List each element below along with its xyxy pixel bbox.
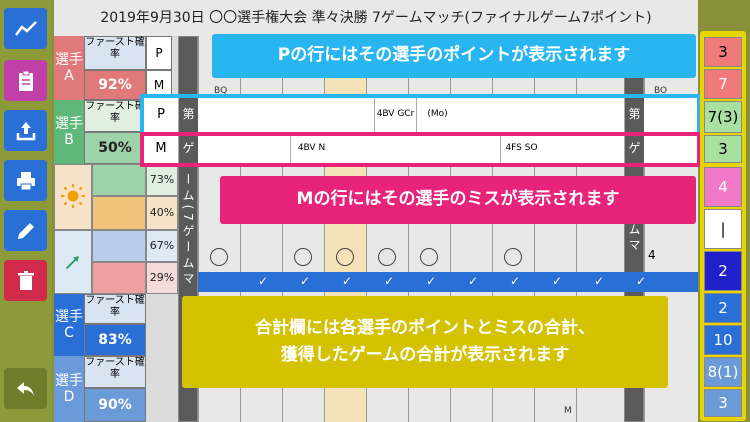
check-icon[interactable]: ✓	[384, 274, 394, 288]
player-d-rate: 90%	[84, 388, 146, 422]
player-c-rate: 83%	[84, 324, 146, 356]
score-a-p: 3	[704, 37, 742, 67]
clipboard-icon	[18, 70, 33, 91]
game-vertical-text: ー ム ( 7 ゲ ー ム マ	[181, 173, 195, 285]
edit-button[interactable]	[4, 210, 47, 251]
score-c-p: 2	[704, 293, 742, 323]
check-icon[interactable]: ✓	[342, 274, 352, 288]
percent-4: 29%	[146, 262, 178, 294]
score-games-c: 2	[704, 251, 742, 291]
undo-arrow-icon	[16, 381, 34, 396]
check-row: ✓ ✓ ✓ ✓ ✓ ✓ ✓ ✓ ✓ ✓	[198, 272, 698, 292]
p-row-callout: Pの行にはその選手のポイントが表示されます	[212, 34, 696, 78]
wind-direction-icon	[65, 255, 80, 270]
player-b-label: 選手B	[54, 100, 84, 164]
print-button[interactable]	[4, 160, 47, 201]
row-number: 4	[648, 248, 656, 262]
back-button[interactable]	[4, 368, 47, 409]
chart-button[interactable]	[4, 8, 47, 49]
check-icon[interactable]: ✓	[636, 274, 646, 288]
player-d-first-label: ファースト確率	[84, 356, 146, 388]
check-icon[interactable]: ✓	[300, 274, 310, 288]
score-d-m: 3	[704, 389, 742, 417]
check-icon[interactable]: ✓	[426, 274, 436, 288]
m-row-callout: Mの行にはその選手のミスが表示されます	[220, 176, 696, 224]
circle-mark[interactable]	[294, 248, 312, 266]
total-callout-line1: 合計欄には各選手のポイントとミスの合計、	[255, 317, 595, 338]
check-icon[interactable]: ✓	[594, 274, 604, 288]
circle-mark[interactable]	[210, 248, 228, 266]
score-divider: |	[704, 209, 742, 249]
percent-2: 40%	[146, 196, 178, 230]
player-a-p: P	[146, 36, 172, 70]
circle-row: 4	[198, 246, 698, 268]
upload-icon	[16, 121, 35, 140]
score-column: 3 7 7(3) 3 4 | 2 2 10 8(1) 3	[700, 31, 746, 421]
circle-mark[interactable]	[420, 248, 438, 266]
percent-1: 73%	[146, 164, 178, 196]
score-b-p: 7(3)	[704, 101, 742, 133]
pencil-icon	[17, 222, 34, 239]
circle-mark[interactable]	[336, 248, 354, 266]
d-note-m: M	[564, 406, 572, 416]
player-c-label: 選手C	[54, 294, 84, 356]
clipboard-button[interactable]	[4, 60, 47, 101]
page-title: 2019年9月30日 〇〇選手権大会 準々決勝 7ゲームマッチ(ファイナルゲーム…	[54, 0, 698, 36]
total-callout: 合計欄には各選手のポイントとミスの合計、 獲得したゲームの合計が表示されます	[182, 296, 668, 388]
upload-button[interactable]	[4, 110, 47, 151]
p-row-highlight	[140, 94, 701, 136]
score-a-m: 7	[704, 69, 742, 99]
check-icon[interactable]: ✓	[468, 274, 478, 288]
total-callout-line2: 獲得したゲームの合計が表示されます	[280, 345, 570, 365]
delete-button[interactable]	[4, 260, 47, 301]
score-c-m: 10	[704, 325, 742, 355]
player-d-label: 選手D	[54, 356, 84, 422]
score-b-m: 3	[704, 135, 742, 163]
player-b-rate: 50%	[84, 132, 146, 164]
stat-orange-1	[92, 164, 146, 196]
sun-icon	[61, 184, 85, 208]
player-a-rate: 92%	[84, 70, 146, 100]
circle-mark[interactable]	[378, 248, 396, 266]
line-chart-icon	[14, 20, 37, 36]
check-icon[interactable]: ✓	[552, 274, 562, 288]
player-c-first-label: ファースト確率	[84, 294, 146, 324]
score-games-a: 4	[704, 167, 742, 207]
circle-mark[interactable]	[504, 248, 522, 266]
left-toolbar	[0, 0, 52, 422]
sun-cell[interactable]	[54, 164, 92, 230]
player-b-first-label: ファースト確率	[84, 100, 146, 132]
printer-icon	[16, 171, 35, 190]
percent-3: 67%	[146, 230, 178, 262]
check-icon[interactable]: ✓	[258, 274, 268, 288]
stat-blue-1	[92, 230, 146, 262]
trash-icon	[17, 270, 34, 290]
player-a-label: 選手A	[54, 36, 84, 100]
check-icon[interactable]: ✓	[510, 274, 520, 288]
stat-orange-2	[92, 196, 146, 230]
score-d-p: 8(1)	[704, 357, 742, 387]
wind-cell[interactable]	[54, 230, 92, 294]
m-row-highlight	[140, 132, 701, 167]
stat-pink-1	[92, 262, 146, 294]
player-a-first-label: ファースト確率	[84, 36, 146, 70]
